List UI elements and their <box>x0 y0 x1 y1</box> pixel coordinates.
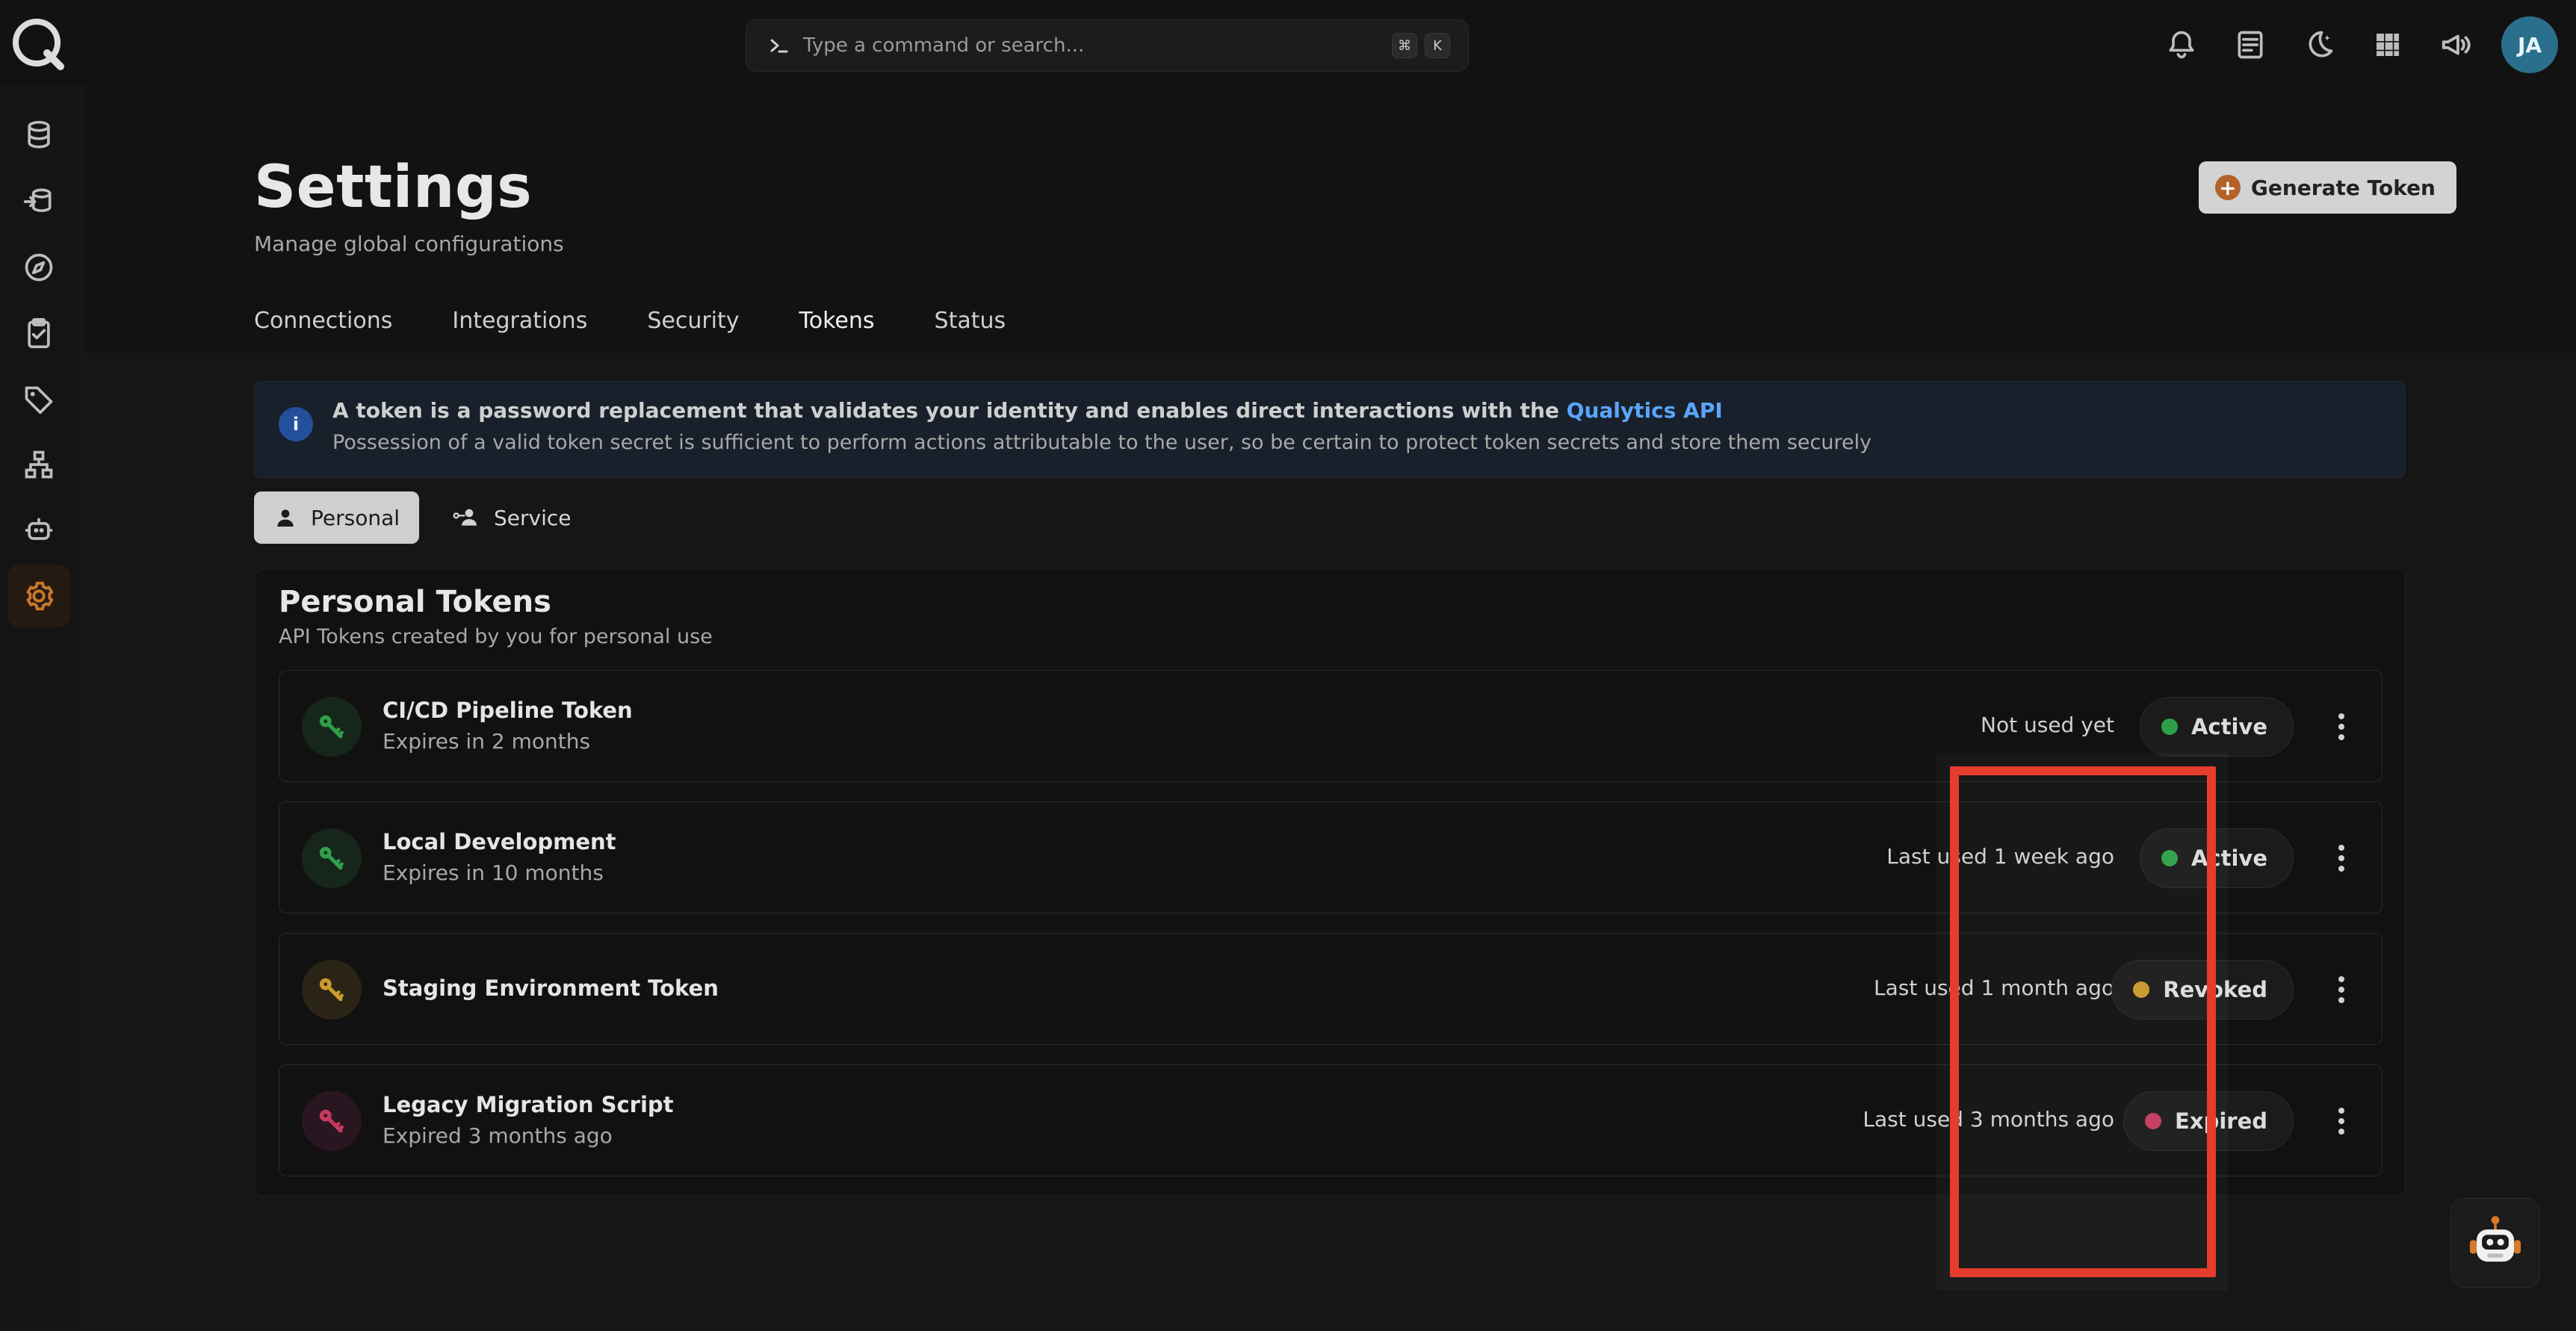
main-content: Settings Manage global configurations + … <box>82 87 2576 1331</box>
document-icon[interactable] <box>2226 21 2274 69</box>
qualytics-logo[interactable] <box>6 12 73 79</box>
key-icon <box>302 960 362 1020</box>
sidebar-item-explore[interactable] <box>7 236 70 299</box>
sidebar-item-hierarchy[interactable] <box>7 433 70 496</box>
terminal-icon <box>764 31 794 60</box>
token-name: Local Development <box>383 829 616 854</box>
database-flow-icon <box>23 188 52 212</box>
sidebar-item-checks[interactable] <box>7 302 70 364</box>
page-subtitle: Manage global configurations <box>254 232 564 256</box>
token-name: CI/CD Pipeline Token <box>383 698 633 723</box>
top-actions: JA <box>2158 16 2558 73</box>
page-title: Settings <box>254 154 533 221</box>
token-expiry: Expired 3 months ago <box>383 1123 613 1148</box>
panel-title: Personal Tokens <box>279 585 551 619</box>
plus-icon: + <box>2214 175 2241 200</box>
more-options-icon[interactable] <box>2328 838 2355 878</box>
database-icon <box>28 120 50 149</box>
key-icon <box>302 1091 362 1151</box>
token-name: Legacy Migration Script <box>383 1092 674 1117</box>
token-expiry: Expires in 10 months <box>383 860 604 885</box>
generate-token-button[interactable]: + Generate Token <box>2198 161 2456 214</box>
tab-connections[interactable]: Connections <box>254 308 392 356</box>
status-dot <box>2161 719 2178 735</box>
panel-subtitle: API Tokens created by you for personal u… <box>279 625 713 648</box>
service-toggle-button[interactable]: Service <box>433 491 590 544</box>
personal-toggle-button[interactable]: Personal <box>254 491 420 544</box>
generate-token-label: Generate Token <box>2250 175 2436 200</box>
command-search[interactable]: Type a command or search... ⌘ K <box>746 19 1469 72</box>
person-icon <box>277 509 294 527</box>
more-options-icon[interactable] <box>2328 969 2355 1010</box>
robot-icon <box>2469 1216 2521 1262</box>
hierarchy-icon <box>25 450 53 479</box>
tab-status[interactable]: Status <box>935 308 1006 356</box>
sidebar-item-tags[interactable] <box>7 367 70 430</box>
settings-tabs: Connections Integrations Security Tokens… <box>254 308 1006 356</box>
tab-tokens[interactable]: Tokens <box>776 308 897 356</box>
token-name: Staging Environment Token <box>383 975 719 1001</box>
more-options-icon[interactable] <box>2328 1101 2355 1141</box>
sidebar-item-flows[interactable] <box>7 170 70 233</box>
command-placeholder: Type a command or search... <box>803 34 1085 57</box>
key-icon <box>302 828 362 888</box>
usage-column-highlight <box>1950 766 2216 1277</box>
assistant-bot-button[interactable] <box>2450 1198 2540 1288</box>
info-line-1: A token is a password replacement that v… <box>332 398 1723 423</box>
tab-security[interactable]: Security <box>647 308 739 356</box>
info-line-2: Possession of a valid token secret is su… <box>332 431 1872 454</box>
shortcut-keys: ⌘ K <box>1392 33 1450 58</box>
bell-icon[interactable] <box>2158 21 2205 69</box>
token-info-banner: i A token is a password replacement that… <box>254 381 2406 478</box>
sidebar-item-settings[interactable] <box>7 565 70 627</box>
service-user-icon <box>453 509 477 526</box>
sidebar-item-datastores[interactable] <box>7 105 70 167</box>
more-options-icon[interactable] <box>2328 707 2355 747</box>
tag-icon <box>25 386 53 415</box>
apps-grid-icon[interactable] <box>2364 21 2412 69</box>
left-sidebar <box>0 87 82 1331</box>
token-type-toggle: Personal Service <box>254 491 591 544</box>
page-header: Settings Manage global configurations <box>254 154 564 256</box>
compass-icon <box>25 253 53 282</box>
command-key: ⌘ <box>1392 33 1417 58</box>
status-label: Active <box>2190 714 2267 739</box>
info-icon: i <box>279 407 313 441</box>
gear-icon <box>26 581 54 611</box>
token-expiry: Expires in 2 months <box>383 729 591 754</box>
clipboard-check-icon <box>28 317 50 349</box>
k-key: K <box>1425 33 1450 58</box>
qualytics-api-link[interactable]: Qualytics API <box>1567 398 1723 423</box>
personal-label: Personal <box>311 505 400 530</box>
top-bar: Type a command or search... ⌘ K JA <box>0 0 2576 87</box>
moon-icon[interactable] <box>2295 21 2343 69</box>
status-badge: Active <box>2139 697 2294 757</box>
app-root: Type a command or search... ⌘ K JA Setti… <box>0 0 2576 1331</box>
info-text-prefix: A token is a password replacement that v… <box>332 398 1559 423</box>
user-avatar[interactable]: JA <box>2501 16 2558 73</box>
megaphone-icon[interactable] <box>2433 21 2480 69</box>
service-label: Service <box>494 505 572 530</box>
robot-icon <box>25 518 53 540</box>
token-last-used: Not used yet <box>1981 713 2114 737</box>
key-icon <box>302 697 362 757</box>
sidebar-item-agents[interactable] <box>7 499 70 562</box>
tab-integrations[interactable]: Integrations <box>452 308 587 356</box>
